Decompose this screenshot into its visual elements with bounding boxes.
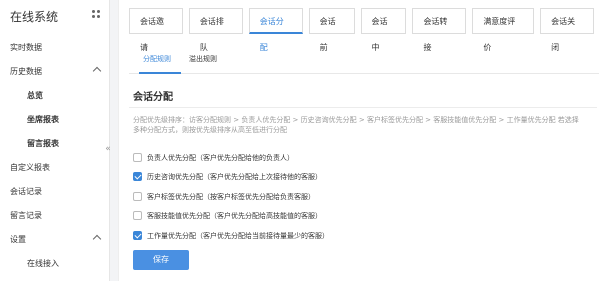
option-label: 工作量优先分配（客户优先分配给当前接待量最少的客服） bbox=[147, 232, 329, 240]
sidebar-item-message-report[interactable]: 留言报表 bbox=[0, 132, 110, 156]
checkbox-checked[interactable] bbox=[133, 231, 142, 240]
tab-in-session[interactable]: 会话中 bbox=[360, 8, 407, 52]
option-label: 历史咨询优先分配（客户优先分配给上次接待他的客服） bbox=[147, 173, 322, 181]
option-label: 客服技能值优先分配（客户优先分配给高技能值的客服） bbox=[147, 212, 322, 220]
grid-dots-icon[interactable] bbox=[92, 10, 102, 20]
sidebar-item-online-access[interactable]: 在线接入 bbox=[0, 252, 110, 276]
active-subtab-indicator bbox=[139, 72, 181, 74]
tab-before-session[interactable]: 会话前 bbox=[308, 8, 355, 52]
tab-session-transfer[interactable]: 会话转接 bbox=[412, 8, 467, 52]
sidebar-item-label: 坐席报表 bbox=[27, 115, 59, 124]
collapse-sidebar-icon[interactable]: « bbox=[102, 140, 114, 158]
sidebar: 在线系统 实时数据 历史数据 总览 坐席报表 留言报表 自定义报表 会话记录 留… bbox=[0, 0, 111, 281]
tab-session-close[interactable]: 会话关闭 bbox=[540, 8, 595, 52]
sidebar-item-label: 实时数据 bbox=[10, 43, 42, 52]
sidebar-item-realtime[interactable]: 实时数据 bbox=[0, 36, 110, 60]
tab-satisfaction[interactable]: 满意度评价 bbox=[472, 8, 535, 52]
save-button[interactable]: 保存 bbox=[133, 250, 189, 270]
subtab-overflow-rules[interactable]: 溢出规则 bbox=[189, 54, 217, 64]
sub-tabs: 分配规则 溢出规则 bbox=[129, 46, 599, 74]
section-title: 会话分配 bbox=[133, 92, 173, 103]
sidebar-item-label: 会话记录 bbox=[10, 187, 42, 196]
sidebar-item-message-records[interactable]: 留言记录 bbox=[0, 204, 110, 228]
sidebar-item-settings[interactable]: 设置 bbox=[0, 228, 110, 252]
tab-session-queue[interactable]: 会话排队 bbox=[188, 8, 243, 52]
sidebar-item-label: 自定义报表 bbox=[10, 163, 50, 172]
main-panel: 会话邀请 会话排队 会话分配 会话前 会话中 会话转接 满意度评价 会话关闭 分… bbox=[118, 0, 600, 281]
chevron-up-icon bbox=[92, 234, 102, 244]
tab-session-invite[interactable]: 会话邀请 bbox=[129, 8, 183, 52]
sidebar-item-overview[interactable]: 总览 bbox=[0, 84, 110, 108]
sidebar-item-label: 留言报表 bbox=[27, 139, 59, 148]
sidebar-item-session-records[interactable]: 会话记录 bbox=[0, 180, 110, 204]
sidebar-item-label: 历史数据 bbox=[10, 67, 42, 76]
divider bbox=[129, 107, 597, 108]
sidebar-item-custom-report[interactable]: 自定义报表 bbox=[0, 156, 110, 180]
chevron-up-icon bbox=[92, 66, 102, 76]
sidebar-item-label: 总览 bbox=[27, 91, 43, 100]
tab-session-assign[interactable]: 会话分配 bbox=[248, 8, 303, 52]
top-tabs: 会话邀请 会话排队 会话分配 会话前 会话中 会话转接 满意度评价 会话关闭 bbox=[129, 8, 600, 52]
option-label: 负责人优先分配（客户优先分配给他的负责人） bbox=[147, 154, 294, 162]
app-title: 在线系统 bbox=[10, 10, 59, 24]
sidebar-item-label: 在线接入 bbox=[27, 259, 59, 268]
sidebar-nav: 实时数据 历史数据 总览 坐席报表 留言报表 自定义报表 会话记录 留言记录 设… bbox=[0, 36, 110, 276]
app: 在线系统 实时数据 历史数据 总览 坐席报表 留言报表 自定义报表 会话记录 留… bbox=[0, 0, 600, 281]
option-label: 客户标签优先分配（按客户标签优先分配给负责客服） bbox=[147, 193, 315, 201]
sidebar-item-label: 设置 bbox=[10, 235, 26, 244]
checkbox[interactable] bbox=[133, 211, 142, 220]
sidebar-item-agent-report[interactable]: 坐席报表 bbox=[0, 108, 110, 132]
sidebar-item-history[interactable]: 历史数据 bbox=[0, 60, 110, 84]
checkbox[interactable] bbox=[133, 153, 142, 162]
assign-priority-description: 分配优先级排序：访客分配规则 > 负责人优先分配 > 历史咨询优先分配 > 客户… bbox=[133, 116, 579, 134]
checkbox-checked[interactable] bbox=[133, 172, 142, 181]
checkbox[interactable] bbox=[133, 192, 142, 201]
subtab-assign-rules[interactable]: 分配规则 bbox=[143, 54, 171, 64]
sidebar-item-label: 留言记录 bbox=[10, 211, 42, 220]
